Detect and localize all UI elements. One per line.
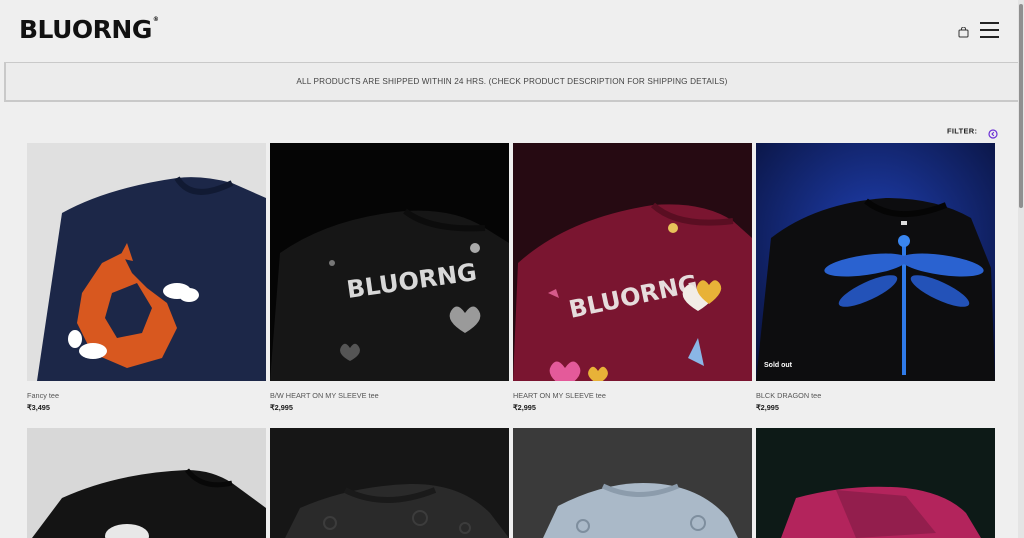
shipping-banner-text: ALL PRODUCTS ARE SHIPPED WITHIN 24 HRS. … (296, 77, 728, 86)
product-image[interactable] (270, 428, 509, 538)
logo-text: BLUORNG (19, 15, 152, 44)
product-card-blck-dragon-tee[interactable]: Sold out BLCK DRAGON tee ₹2,995 (756, 143, 995, 412)
filter-circle-icon (988, 126, 998, 139)
product-card[interactable] (756, 428, 995, 538)
filter-label: FILTER: (947, 126, 978, 136)
shopping-bag-icon[interactable] (958, 25, 969, 38)
product-name[interactable]: B/W HEART ON MY SLEEVE tee (270, 391, 379, 400)
product-image[interactable]: BLUORNG (270, 143, 509, 381)
product-price: ₹2,995 (513, 403, 536, 412)
product-card-heart-tee[interactable]: BLUORNG HEART ON MY SLEEVE tee ₹2,995 (513, 143, 752, 412)
filter-button[interactable]: FILTER: (947, 122, 998, 139)
page-scrollbar[interactable] (1018, 0, 1024, 538)
shipping-banner: ALL PRODUCTS ARE SHIPPED WITHIN 24 HRS. … (4, 62, 1018, 102)
site-header: BLUORNG® (0, 0, 1018, 62)
brand-logo[interactable]: BLUORNG® (19, 15, 159, 44)
product-card-fancy-tee[interactable]: Fancy tee ₹3,495 (27, 143, 266, 412)
product-card-bw-heart-tee[interactable]: BLUORNG B/W HEART ON MY SLEEVE tee ₹2,99… (270, 143, 509, 412)
product-image[interactable] (27, 428, 266, 538)
sold-out-badge: Sold out (764, 362, 792, 369)
product-name[interactable]: HEART ON MY SLEEVE tee (513, 391, 606, 400)
product-name[interactable]: Fancy tee (27, 391, 59, 400)
product-price: ₹2,995 (756, 403, 779, 412)
product-card[interactable] (270, 428, 509, 538)
product-name[interactable]: BLCK DRAGON tee (756, 391, 821, 400)
product-image[interactable]: Sold out (756, 143, 995, 381)
scrollbar-thumb[interactable] (1019, 4, 1023, 208)
product-card[interactable] (27, 428, 266, 538)
product-card[interactable] (513, 428, 752, 538)
product-price: ₹3,495 (27, 403, 50, 412)
product-price: ₹2,995 (270, 403, 293, 412)
product-image[interactable] (513, 428, 752, 538)
product-image[interactable] (756, 428, 995, 538)
product-image[interactable] (27, 143, 266, 381)
logo-registered-mark: ® (152, 16, 159, 23)
hamburger-menu-icon[interactable] (980, 22, 999, 38)
product-image[interactable]: BLUORNG (513, 143, 752, 381)
